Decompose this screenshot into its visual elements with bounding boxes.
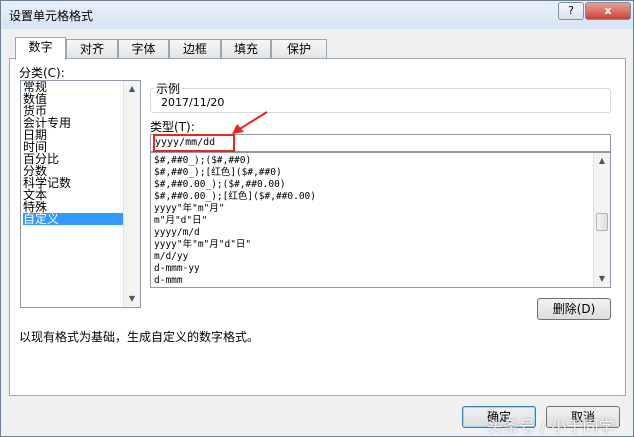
- format-item[interactable]: $#,##0_);[红色]($#,##0): [154, 167, 282, 179]
- format-item[interactable]: $#,##0.00_);($#,##0.00): [154, 179, 286, 191]
- tab-border[interactable]: 边框: [169, 39, 221, 59]
- format-item[interactable]: d-mmm-yy: [154, 263, 200, 275]
- tab-fill[interactable]: 填充: [221, 39, 271, 59]
- category-item-selected[interactable]: 自定义: [23, 213, 124, 225]
- type-label: 类型(T):: [150, 120, 195, 134]
- watermark: 头条号 / 小于同学: [487, 417, 615, 436]
- help-button[interactable]: ?: [558, 2, 584, 20]
- format-item[interactable]: m/d/yy: [154, 251, 188, 263]
- close-icon: x: [604, 4, 612, 17]
- format-item[interactable]: m"月"d"日": [154, 215, 207, 227]
- sample-label: 示例: [154, 80, 183, 97]
- format-item[interactable]: $#,##0_);($#,##0): [154, 155, 251, 167]
- category-label: 分类(C):: [19, 66, 65, 80]
- delete-button[interactable]: 删除(D): [537, 298, 611, 320]
- tab-protection[interactable]: 保护: [271, 39, 327, 59]
- format-item[interactable]: yyyy"年"m"月": [154, 203, 224, 215]
- tab-number[interactable]: 数字: [15, 37, 66, 60]
- title-bar[interactable]: 设置单元格格式 ? x: [1, 1, 633, 29]
- description-text: 以现有格式为基础，生成自定义的数字格式。: [19, 330, 260, 344]
- scroll-down-icon[interactable]: ▼: [126, 293, 138, 305]
- scroll-up-icon[interactable]: ▲: [596, 155, 608, 167]
- highlight-box: [153, 134, 235, 152]
- category-scrollbar[interactable]: ▲ ▼: [123, 81, 140, 307]
- scroll-down-icon[interactable]: ▼: [596, 273, 608, 285]
- category-list[interactable]: 常规 数值 货币 会计专用 日期 时间 百分比 分数 科学记数 文本 特殊 自定…: [20, 80, 141, 308]
- scroll-thumb[interactable]: [596, 213, 608, 231]
- tab-font[interactable]: 字体: [118, 39, 169, 59]
- scroll-up-icon[interactable]: ▲: [126, 83, 138, 95]
- red-arrow-icon: [232, 111, 268, 134]
- format-item[interactable]: yyyy"年"m"月"d"日": [154, 239, 251, 251]
- format-item[interactable]: d-mmm: [154, 275, 183, 287]
- help-icon: ?: [568, 4, 574, 17]
- format-scrollbar[interactable]: ▲ ▼: [593, 153, 610, 287]
- tab-alignment[interactable]: 对齐: [66, 39, 118, 59]
- close-button[interactable]: x: [585, 2, 631, 20]
- format-list[interactable]: $#,##0_);($#,##0) $#,##0_);[红色]($#,##0) …: [150, 152, 611, 288]
- format-cells-dialog: 设置单元格格式 ? x 数字 对齐 字体 边框 填充 保护 分类(C): 常规 …: [0, 0, 634, 437]
- sample-value: 2017/11/20: [161, 96, 225, 109]
- format-item[interactable]: yyyy/m/d: [154, 227, 200, 239]
- format-item[interactable]: $#,##0.00_);[红色]($#,##0.00): [154, 191, 316, 203]
- dialog-title: 设置单元格格式: [9, 9, 94, 23]
